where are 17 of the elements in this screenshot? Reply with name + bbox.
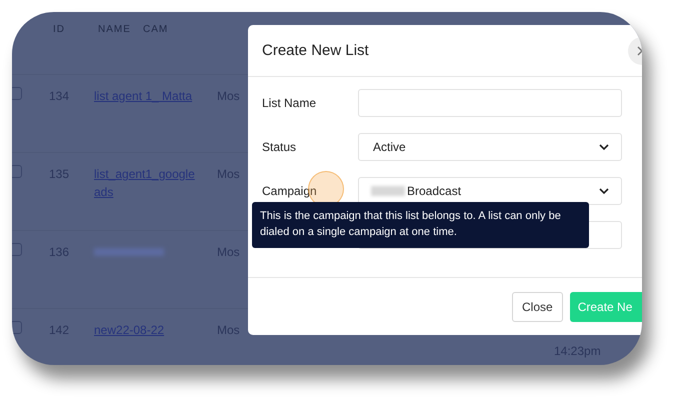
chevron-down-icon — [599, 144, 609, 150]
input-field[interactable] — [358, 89, 622, 117]
close-button[interactable]: Close — [512, 292, 563, 322]
row-checkbox[interactable] — [12, 321, 22, 334]
field-label: List Name — [262, 96, 316, 110]
column-header: ID — [53, 24, 65, 35]
tooltip: This is the campaign that this list belongs to. A list can only be dialed on a single campaign at one time. — [252, 202, 589, 248]
row-checkbox[interactable] — [12, 87, 22, 100]
row-checkbox[interactable] — [12, 243, 22, 256]
select-field[interactable]: Active — [358, 133, 622, 161]
create-button[interactable]: Create Ne — [570, 292, 642, 322]
field-label: Status — [262, 140, 296, 154]
column-header: NAME — [98, 24, 131, 35]
chevron-down-icon — [599, 188, 609, 194]
row-checkbox[interactable] — [12, 165, 22, 178]
column-header: CAM — [143, 24, 168, 35]
modal-title: Create New List — [262, 42, 369, 60]
